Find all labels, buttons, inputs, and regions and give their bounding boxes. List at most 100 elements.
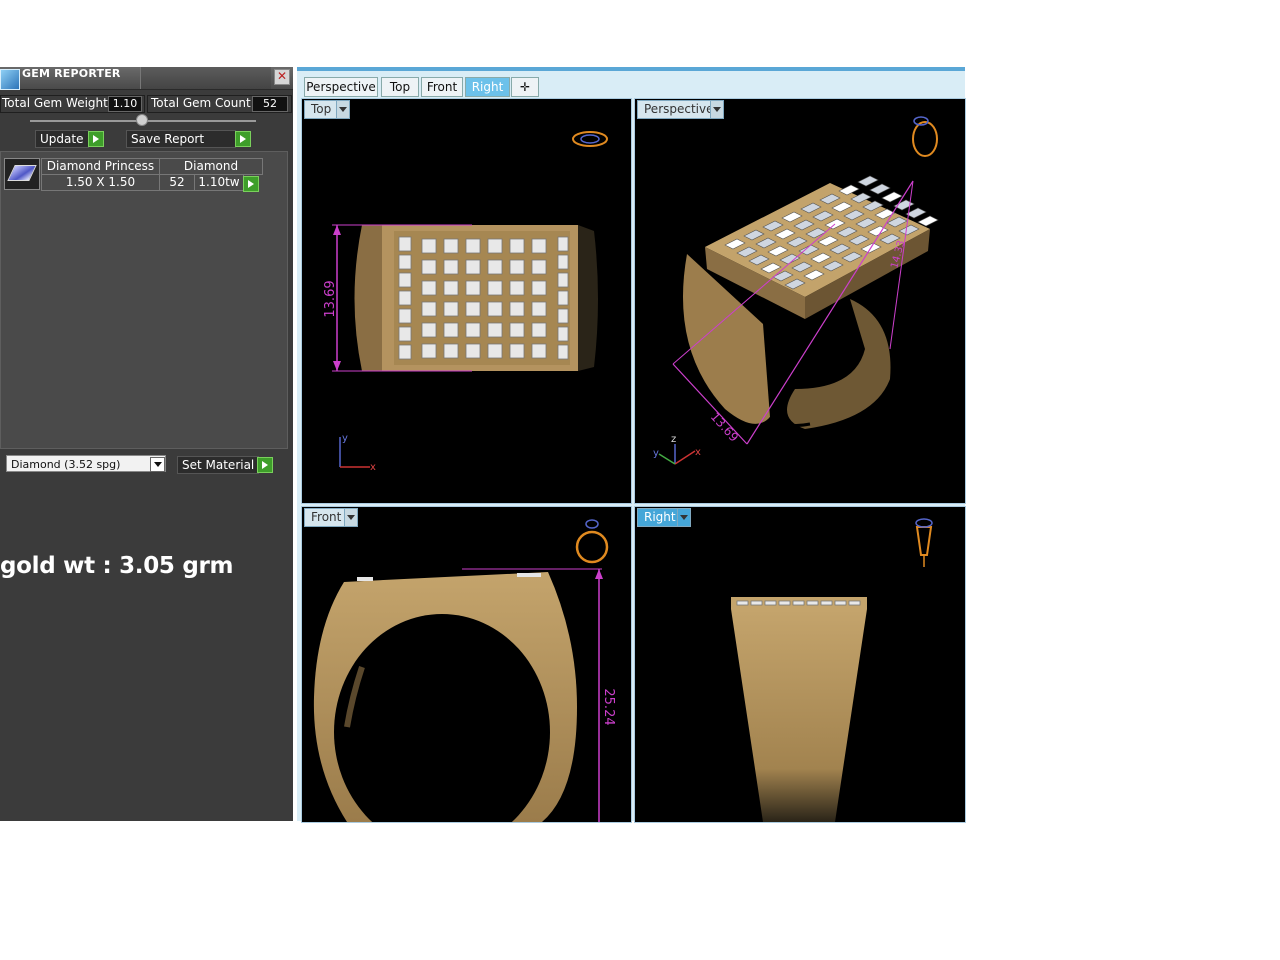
princess-diamond xyxy=(443,259,459,275)
gem-shape-header: Diamond Princess xyxy=(41,158,160,175)
perspective-viewport[interactable]: Perspective 13.69 14.33 z x y xyxy=(634,98,966,504)
ring-shank-side xyxy=(731,609,867,822)
axis-x xyxy=(674,450,696,465)
perspective-view-model: 13.69 14.33 z x y xyxy=(653,116,939,465)
princess-diamond xyxy=(531,238,547,254)
princess-diamond xyxy=(465,280,481,296)
princess-diamond xyxy=(792,600,805,606)
viewport-top-border xyxy=(297,67,965,71)
chevron-down-icon[interactable] xyxy=(150,457,165,472)
ring-shank-back xyxy=(787,299,891,429)
princess-diamond xyxy=(806,600,819,606)
right-viewport[interactable]: Right xyxy=(634,506,966,823)
gem-count-cell: 52 xyxy=(159,174,195,191)
top-viewport[interactable]: Top 13.69 y x xyxy=(301,98,632,504)
gem-weight-cell: 1.10tw xyxy=(194,174,244,191)
update-go-icon[interactable] xyxy=(88,131,104,147)
princess-diamond xyxy=(881,191,903,203)
total-gem-count-label: Total Gem Count xyxy=(151,96,251,110)
svg-text:x: x xyxy=(370,462,376,473)
princess-diamond xyxy=(531,301,547,317)
princess-diamond xyxy=(398,272,412,288)
princess-diamond xyxy=(421,301,437,317)
svg-text:x: x xyxy=(695,447,701,458)
princess-diamond xyxy=(736,600,749,606)
gem-list: Diamond Princess Diamond 1.50 X 1.50 52 … xyxy=(0,151,288,449)
princess-diamond xyxy=(531,343,547,359)
svg-text:z: z xyxy=(671,434,676,445)
save-report-button[interactable]: Save Report xyxy=(126,130,236,148)
gem-row xyxy=(736,600,861,606)
princess-diamond xyxy=(557,290,569,306)
princess-diamond xyxy=(848,600,861,606)
princess-diamond xyxy=(893,199,915,211)
gem-material-header: Diamond xyxy=(159,158,263,175)
ring-thumbnail-icon xyxy=(575,530,609,564)
princess-diamond xyxy=(487,280,503,296)
princess-diamond xyxy=(509,343,525,359)
titlebar-grip[interactable] xyxy=(140,67,271,89)
princess-diamond xyxy=(421,343,437,359)
svg-text:y: y xyxy=(342,433,348,444)
princess-diamond xyxy=(557,344,569,360)
princess-diamond xyxy=(857,175,879,187)
splitter-handle[interactable] xyxy=(136,114,148,126)
princess-diamond xyxy=(487,322,503,338)
princess-diamond xyxy=(557,272,569,288)
princess-diamond xyxy=(443,343,459,359)
axis-z xyxy=(658,453,676,465)
princess-diamond xyxy=(557,326,569,342)
princess-cut-icon xyxy=(7,165,37,181)
app-icon xyxy=(0,69,20,90)
diamond-thumbnail-icon[interactable] xyxy=(4,158,40,190)
update-button[interactable]: Update xyxy=(35,130,89,148)
princess-diamond xyxy=(778,600,791,606)
tab-top[interactable]: Top xyxy=(381,77,419,97)
ring-thumbnail-icon xyxy=(915,526,933,556)
gem-size-cell: 1.50 X 1.50 xyxy=(41,174,160,191)
right-view-model xyxy=(731,518,933,822)
ring-shank-left xyxy=(354,225,382,371)
tab-perspective[interactable]: Perspective xyxy=(304,77,378,97)
princess-diamond xyxy=(487,238,503,254)
set-material-button[interactable]: Set Material xyxy=(177,456,259,474)
material-select[interactable]: Diamond (3.52 spg) xyxy=(6,455,166,472)
tab-right[interactable]: Right xyxy=(465,77,510,97)
tab-front[interactable]: Front xyxy=(421,77,463,97)
view-tab-strip: Perspective Top Front Right ✛ xyxy=(297,73,965,97)
princess-diamond xyxy=(421,280,437,296)
viewport-area: Perspective Top Front Right ✛ Top 13.69 xyxy=(297,67,966,823)
princess-diamond xyxy=(509,259,525,275)
set-material-go-icon[interactable] xyxy=(257,457,273,473)
princess-diamond xyxy=(487,259,503,275)
princess-diamond xyxy=(421,322,437,338)
princess-diamond xyxy=(531,322,547,338)
princess-diamond xyxy=(820,600,833,606)
princess-diamond xyxy=(509,280,525,296)
princess-diamond xyxy=(465,301,481,317)
princess-diamond xyxy=(465,259,481,275)
princess-diamond xyxy=(557,308,569,324)
gem-row-go-icon[interactable] xyxy=(243,176,259,192)
princess-diamond xyxy=(465,343,481,359)
princess-diamond xyxy=(487,343,503,359)
princess-diamond xyxy=(443,238,459,254)
total-gem-weight-label: Total Gem Weight xyxy=(2,96,108,110)
princess-diamond xyxy=(531,259,547,275)
princess-diamond xyxy=(750,600,763,606)
top-view-model: 13.69 y x xyxy=(323,131,608,473)
ring-thumbnail-icon xyxy=(572,131,608,147)
ring-shank-right xyxy=(578,225,598,371)
princess-diamond xyxy=(487,301,503,317)
close-icon[interactable]: ✕ xyxy=(274,69,290,85)
total-gem-count-value: 52 xyxy=(252,96,288,112)
princess-diamond xyxy=(421,238,437,254)
gold-weight-note: gold wt : 3.05 grm xyxy=(0,553,234,579)
princess-diamond xyxy=(398,326,412,342)
front-viewport[interactable]: Front 25.24 xyxy=(301,506,632,823)
princess-diamond xyxy=(398,236,412,252)
princess-diamond xyxy=(398,254,412,270)
plus-icon[interactable]: ✛ xyxy=(511,77,539,97)
save-report-go-icon[interactable] xyxy=(235,131,251,147)
princess-diamond xyxy=(557,254,569,270)
